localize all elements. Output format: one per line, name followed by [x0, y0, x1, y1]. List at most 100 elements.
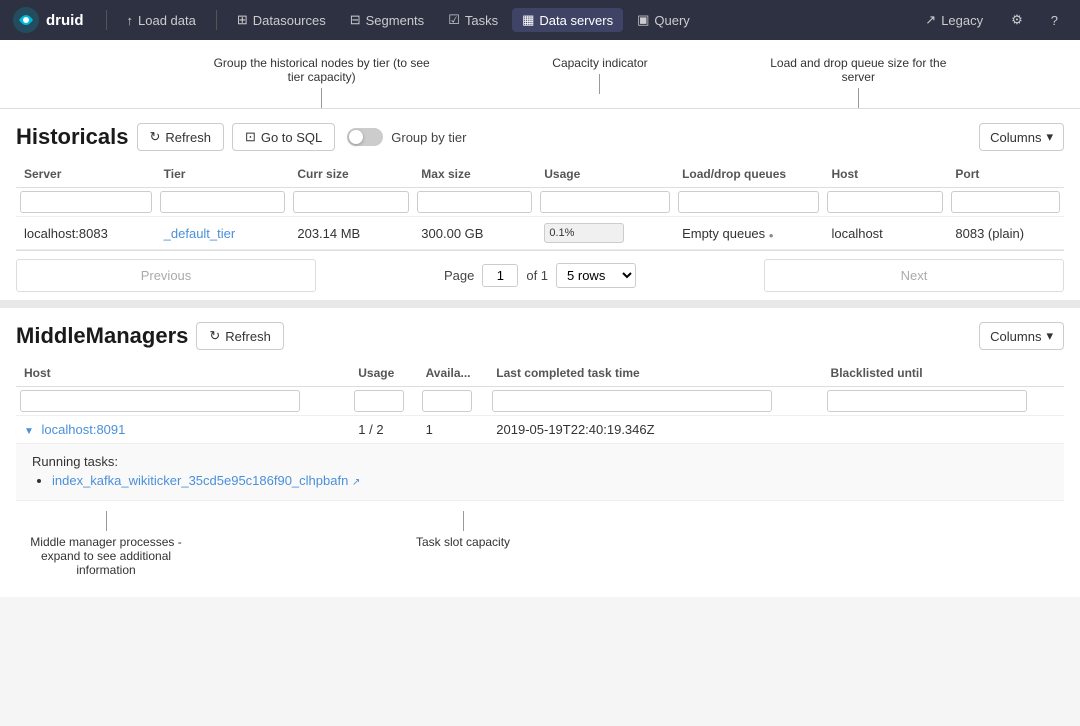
pagination: Previous Page of 1 5 rows 10 rows 25 row… [16, 250, 1064, 300]
col-load-drop: Load/drop queues [674, 161, 823, 188]
nav-help[interactable]: ? [1041, 9, 1068, 32]
annotation-group-by-tier: Group the historical nodes by tier (to s… [212, 56, 432, 108]
mm-col-blacklisted: Blacklisted until [823, 360, 1064, 387]
col-max-size: Max size [413, 161, 536, 188]
section-divider [0, 300, 1080, 308]
usage-bar: 0.1% [544, 223, 624, 243]
page-label: Page [444, 268, 474, 283]
cell-load-drop: Empty queues ● [674, 217, 823, 250]
filter-curr-size[interactable] [293, 191, 409, 213]
filter-usage[interactable] [540, 191, 670, 213]
table-row: localhost:8083 _default_tier 203.14 MB 3… [16, 217, 1064, 250]
nav-divider2 [216, 10, 217, 30]
sql-icon: ⊡ [245, 129, 256, 145]
nav-logo: druid [12, 6, 84, 34]
mm-col-available: Availa... [418, 360, 489, 387]
historicals-table-wrapper: Server Tier Curr size Max size Usage Loa… [16, 161, 1064, 250]
mm-cell-last-completed: 2019-05-19T22:40:19.346Z [488, 416, 822, 444]
mm-cell-available: 1 [418, 416, 489, 444]
filter-tier[interactable] [160, 191, 286, 213]
running-tasks-list: index_kafka_wikiticker_35cd5e95c186f90_c… [32, 473, 1048, 488]
mm-filter-available[interactable] [422, 390, 472, 412]
mm-filter-usage[interactable] [354, 390, 404, 412]
col-server: Server [16, 161, 156, 188]
nav-tasks[interactable]: ☑ Tasks [438, 8, 508, 32]
logo-text: druid [46, 12, 84, 29]
nav-right: ↗ Legacy ⚙ ? [915, 8, 1068, 32]
middle-managers-refresh-button[interactable]: ↻ Refresh [196, 322, 283, 350]
filter-server[interactable] [20, 191, 152, 213]
historicals-columns-button[interactable]: Columns ▾ [979, 123, 1064, 151]
nav-legacy[interactable]: ↗ Legacy [915, 8, 993, 32]
mm-cell-host: ▼ localhost:8091 [16, 416, 350, 444]
page-input[interactable] [482, 264, 518, 287]
datasources-icon: ⊞ [237, 12, 248, 28]
annotation-area: Group the historical nodes by tier (to s… [0, 40, 1080, 109]
legacy-icon: ↗ [925, 12, 936, 28]
annotation-capacity: Capacity indicator [535, 56, 665, 108]
filter-load-drop[interactable] [678, 191, 819, 213]
middle-managers-header: MiddleManagers ↻ Refresh Columns ▾ [16, 322, 1064, 350]
task-link[interactable]: index_kafka_wikiticker_35cd5e95c186f90_c… [52, 473, 348, 488]
mm-col-usage: Usage [350, 360, 417, 387]
previous-button[interactable]: Previous [16, 259, 316, 292]
filter-port[interactable] [951, 191, 1060, 213]
nav-query[interactable]: ▣ Query [627, 8, 700, 32]
middle-managers-columns-button[interactable]: Columns ▾ [979, 322, 1064, 350]
col-port: Port [947, 161, 1064, 188]
nav-load-data[interactable]: ↑ Load data [117, 9, 206, 32]
mm-col-host: Host [16, 360, 350, 387]
mm-table-row-expanded: ▼ localhost:8091 1 / 2 1 2019-05-19T22:4… [16, 416, 1064, 444]
nav-data-servers[interactable]: ▦ Data servers [512, 8, 623, 32]
cell-max-size: 300.00 GB [413, 217, 536, 250]
mm-refresh-icon: ↻ [209, 328, 220, 344]
cell-port: 8083 (plain) [947, 217, 1064, 250]
annotation-load-drop: Load and drop queue size for the server [768, 56, 948, 108]
load-data-icon: ↑ [127, 13, 134, 28]
mm-cell-blacklisted [823, 416, 1064, 444]
mm-filter-last-completed[interactable] [492, 390, 772, 412]
mm-cell-usage: 1 / 2 [350, 416, 417, 444]
running-tasks-label: Running tasks: [32, 454, 1048, 469]
col-host: Host [823, 161, 947, 188]
bottom-ann-middle-manager: Middle manager processes - expand to see… [16, 511, 196, 577]
cell-host: localhost [823, 217, 947, 250]
expand-chevron[interactable]: ▼ [24, 426, 34, 437]
middle-managers-table-wrapper: Host Usage Availa... Last completed task… [16, 360, 1064, 501]
go-to-sql-button[interactable]: ⊡ Go to SQL [232, 123, 335, 151]
mm-expand-row: Running tasks: index_kafka_wikiticker_35… [16, 444, 1064, 501]
refresh-icon: ↻ [150, 129, 161, 145]
tier-link[interactable]: _default_tier [164, 226, 236, 241]
mm-host-link[interactable]: localhost:8091 [42, 422, 126, 437]
nav-settings[interactable]: ⚙ [1001, 8, 1033, 32]
cell-tier: _default_tier [156, 217, 290, 250]
nav-divider [106, 10, 107, 30]
group-by-tier-toggle[interactable] [347, 128, 383, 146]
rows-select[interactable]: 5 rows 10 rows 25 rows [556, 263, 636, 288]
cell-curr-size: 203.14 MB [289, 217, 413, 250]
mm-filter-host[interactable] [20, 390, 300, 412]
filter-max-size[interactable] [417, 191, 532, 213]
help-icon: ? [1051, 13, 1058, 28]
nav-bar: druid ↑ Load data ⊞ Datasources ⊟ Segmen… [0, 0, 1080, 40]
next-button[interactable]: Next [764, 259, 1064, 292]
filter-host[interactable] [827, 191, 943, 213]
of-label: of 1 [526, 268, 548, 283]
historicals-filter-row [16, 188, 1064, 217]
historicals-header: Historicals ↻ Refresh ⊡ Go to SQL Group … [16, 123, 1064, 151]
historicals-title: Historicals [16, 124, 129, 150]
nav-datasources[interactable]: ⊞ Datasources [227, 8, 336, 32]
nav-segments[interactable]: ⊟ Segments [340, 8, 434, 32]
segments-icon: ⊟ [350, 12, 361, 28]
mm-col-last-completed: Last completed task time [488, 360, 822, 387]
bottom-ann-task-slot: Task slot capacity [416, 511, 510, 577]
group-by-tier-toggle-group: Group by tier [347, 128, 466, 146]
external-link-icon: ↗ [352, 477, 360, 488]
historicals-refresh-button[interactable]: ↻ Refresh [137, 123, 224, 151]
mm-filter-blacklisted[interactable] [827, 390, 1027, 412]
chevron-down-icon: ▾ [1046, 129, 1053, 145]
middle-managers-title: MiddleManagers [16, 323, 188, 349]
col-tier: Tier [156, 161, 290, 188]
mm-header-row: Host Usage Availa... Last completed task… [16, 360, 1064, 387]
load-drop-dot: ● [769, 231, 774, 240]
